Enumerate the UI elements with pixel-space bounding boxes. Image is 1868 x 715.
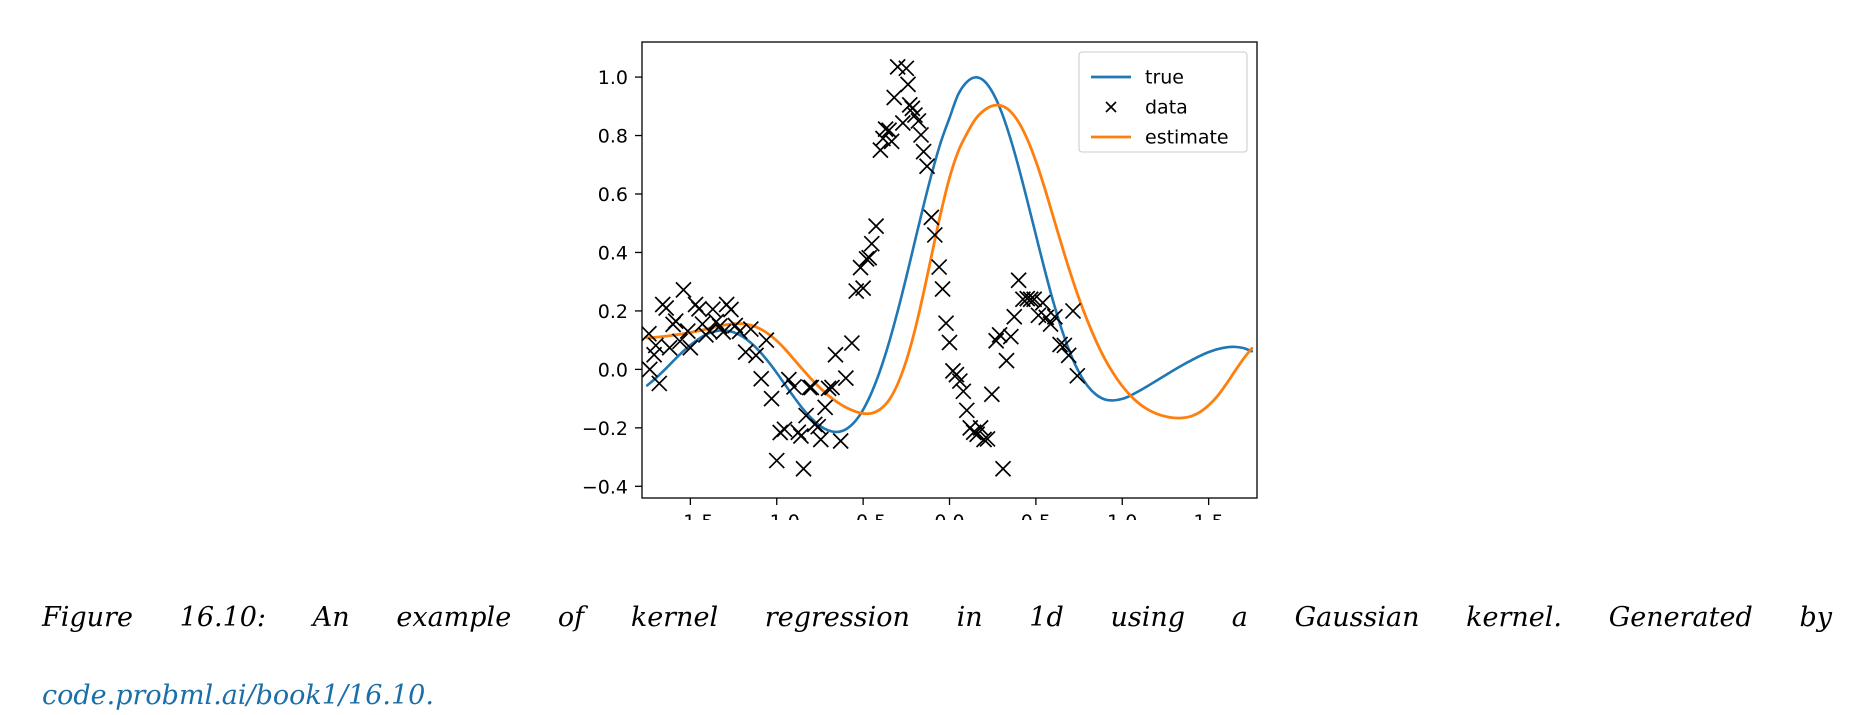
data-point-marker xyxy=(941,334,958,351)
y-tick-label: 0.2 xyxy=(598,301,628,323)
data-point-marker xyxy=(863,235,880,252)
data-point-marker xyxy=(867,218,885,235)
data-point-marker xyxy=(837,370,854,387)
data-point-marker xyxy=(658,299,675,317)
data-point-marker xyxy=(832,432,849,450)
data-point-marker xyxy=(827,346,844,363)
data-point-marker xyxy=(951,372,968,390)
data-point-marker xyxy=(675,281,692,298)
data-point-marker xyxy=(780,371,797,388)
data-point-marker xyxy=(1064,302,1082,320)
caption-source-link[interactable]: code.probml.ai/book1/16.10. xyxy=(42,680,434,711)
legend-label: data xyxy=(1145,97,1188,119)
y-tick-label: 0.8 xyxy=(598,126,628,148)
data-point-marker xyxy=(931,258,948,276)
x-tick-label: 1.0 xyxy=(1107,511,1137,520)
data-point-marker xyxy=(994,460,1012,477)
data-point-marker xyxy=(690,300,708,317)
data-point-marker xyxy=(934,280,951,298)
data-point-marker xyxy=(923,209,940,226)
data-point-marker xyxy=(955,383,972,400)
data-point-marker xyxy=(768,452,785,469)
data-point-marker xyxy=(737,344,754,361)
data-point-marker xyxy=(651,375,668,392)
data-point-marker xyxy=(642,361,658,378)
legend-label: true xyxy=(1145,67,1184,89)
data-point-marker xyxy=(747,347,765,364)
kernel-regression-chart: 1.0 0.8 0.6 0.4 0.2 0.0 −0.2 −0.4 −1.5 −1.0 −0.5 0.… xyxy=(582,41,1258,520)
data-point-marker xyxy=(812,431,829,448)
data-point-marker xyxy=(899,76,917,93)
data-point-marker xyxy=(855,280,872,297)
data-point-marker xyxy=(958,402,975,419)
y-tick-label: 0.4 xyxy=(598,242,628,264)
data-point-marker xyxy=(1002,328,1019,345)
x-tick-label: 0.5 xyxy=(1021,511,1051,520)
data-point-marker xyxy=(872,142,889,159)
data-point-marker xyxy=(852,259,869,276)
data-point-marker xyxy=(801,379,818,396)
data-point-marker xyxy=(661,339,678,356)
data-point-marker xyxy=(817,399,834,416)
x-tick-label: −0.5 xyxy=(840,511,886,520)
data-point-marker xyxy=(983,386,1000,403)
data-point-marker xyxy=(937,315,955,332)
chart-legend: true data estimate xyxy=(1078,51,1248,153)
data-point-marker xyxy=(742,320,759,338)
data-point-marker xyxy=(671,333,689,350)
data-point-marker xyxy=(704,301,721,318)
data-point-marker xyxy=(843,334,860,352)
y-tick-label: 0.6 xyxy=(598,184,628,206)
data-point-marker xyxy=(803,379,820,396)
data-point-marker xyxy=(795,460,812,477)
data-point-marker xyxy=(910,112,927,130)
data-point-marker xyxy=(1022,291,1039,308)
x-tick-label: −1.5 xyxy=(667,511,713,520)
data-point-marker xyxy=(858,250,875,267)
caption-figure-number: Figure 16.10: xyxy=(42,602,267,633)
figure-caption: Figure 16.10: An example of kernel regre… xyxy=(42,598,1832,715)
data-point-marker xyxy=(753,370,770,387)
x-tick-label: −1.0 xyxy=(754,511,800,520)
data-point-marker xyxy=(785,378,803,396)
x-tick-label: 1.5 xyxy=(1194,511,1224,520)
caption-body: An example of kernel regression in 1d us… xyxy=(312,602,1832,633)
data-point-marker xyxy=(886,89,903,106)
y-tick-label: −0.4 xyxy=(582,476,628,498)
x-tick-label: 0.0 xyxy=(934,511,964,520)
figure-panel: 1.0 0.8 0.6 0.4 0.2 0.0 −0.2 −0.4 −1.5 −1.0 −0.5 0.… xyxy=(0,0,1868,520)
data-point-marker xyxy=(861,249,878,266)
data-point-marker xyxy=(898,60,915,77)
data-point-marker xyxy=(763,390,780,407)
data-point-marker xyxy=(1006,308,1023,325)
y-tick-label: 1.0 xyxy=(598,67,628,89)
data-point-marker xyxy=(912,126,930,144)
data-point-marker xyxy=(758,332,775,349)
data-point-marker xyxy=(915,143,932,160)
data-point-marker xyxy=(998,352,1015,369)
data-point-marker xyxy=(682,339,699,356)
data-point-marker xyxy=(722,301,740,318)
y-tick-label: 0.0 xyxy=(598,359,628,381)
data-point-marker xyxy=(918,158,936,175)
data-point-marker xyxy=(776,421,793,438)
y-tick-label: −0.2 xyxy=(582,418,628,440)
data-point-marker xyxy=(1010,272,1027,289)
data-point-marker xyxy=(975,431,993,448)
legend-label: estimate xyxy=(1145,127,1229,149)
